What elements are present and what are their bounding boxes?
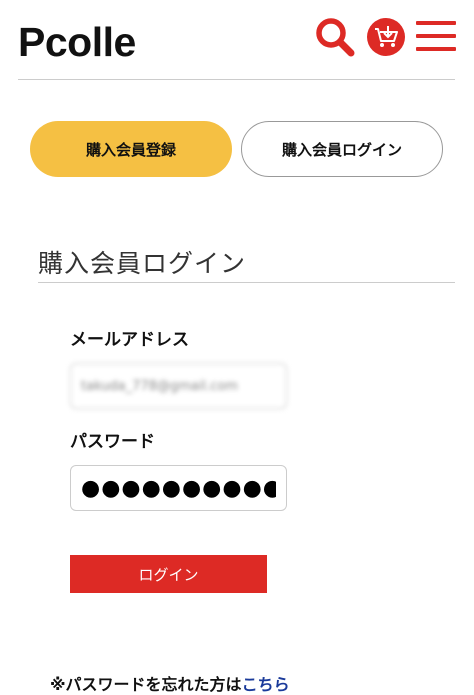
forgot-password-link[interactable]: こちら bbox=[242, 675, 290, 694]
search-icon bbox=[316, 18, 355, 57]
hamburger-menu-icon bbox=[416, 21, 456, 51]
email-label: メールアドレス bbox=[70, 330, 189, 350]
section-title: 購入会員ログイン bbox=[38, 249, 247, 278]
header-divider bbox=[18, 79, 455, 80]
forgot-password-text: ※パスワードを忘れた方はこちら bbox=[50, 671, 290, 695]
site-header: Pcolle bbox=[0, 0, 474, 80]
login-button[interactable]: ログイン bbox=[70, 555, 267, 593]
tab-register[interactable]: 購入会員登録 bbox=[30, 121, 232, 177]
menu-button[interactable] bbox=[416, 19, 456, 53]
tab-login[interactable]: 購入会員ログイン bbox=[241, 121, 443, 177]
search-button[interactable] bbox=[314, 16, 356, 58]
email-field[interactable] bbox=[70, 363, 287, 409]
site-logo[interactable]: Pcolle bbox=[18, 18, 136, 66]
cart-icon bbox=[367, 18, 405, 56]
section-divider bbox=[38, 282, 455, 283]
password-label: パスワード bbox=[70, 432, 155, 452]
page: Pcolle 購入会員登録 購入会員ログイン 購入会員ログイン メールアドレス … bbox=[0, 0, 474, 695]
forgot-password-label: ※パスワードを忘れた方は bbox=[50, 675, 242, 694]
cart-button[interactable] bbox=[367, 18, 405, 56]
password-field[interactable] bbox=[70, 465, 287, 511]
